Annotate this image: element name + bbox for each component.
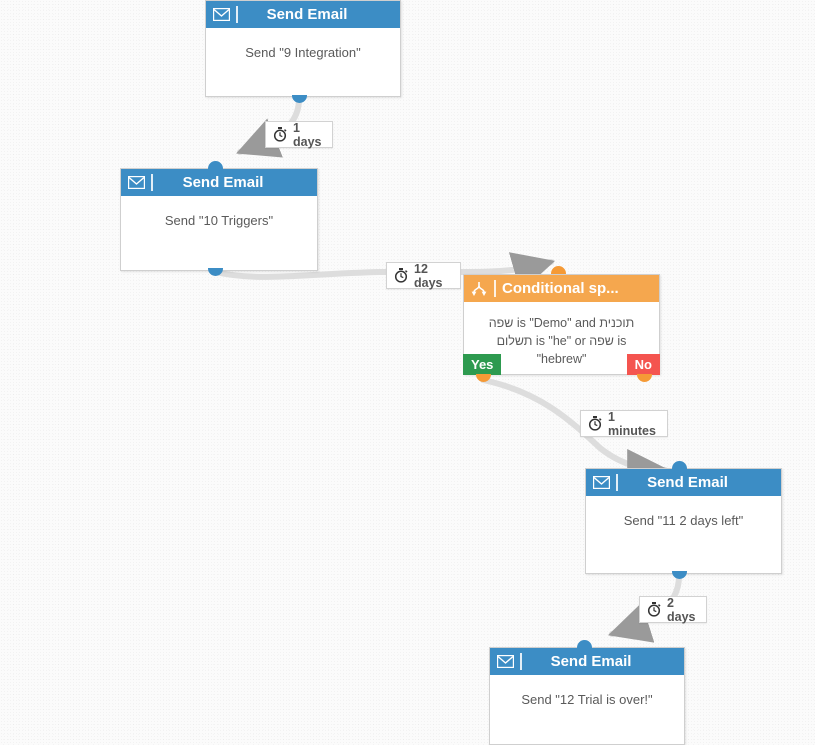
node-title: Conditional sp... [502, 280, 619, 297]
node-header: Send Email [586, 469, 781, 496]
stopwatch-icon [647, 602, 661, 617]
node-title: Send Email [182, 174, 264, 191]
connector-knob-email10-in[interactable] [208, 161, 223, 169]
node-body-text: Send "12 Trial is over!" [521, 692, 653, 707]
node-body-text: Send "9 Integration" [245, 45, 361, 60]
split-icon [464, 281, 494, 297]
stopwatch-icon [394, 268, 408, 283]
node-header: Conditional sp... [464, 275, 659, 302]
delay-label: 1 days [293, 120, 322, 149]
node-send-email-11-2-days-left[interactable]: Send Email Send "11 2 days left" [585, 468, 782, 574]
envelope-icon [490, 655, 520, 668]
node-header: Send Email [490, 648, 684, 675]
delay-badge-2-days[interactable]: 2 days [639, 595, 707, 624]
connector-knob-email11-in[interactable] [672, 461, 687, 469]
node-body-text: Send "11 2 days left" [623, 513, 744, 528]
workflow-canvas[interactable] [0, 0, 815, 745]
branch-no-label[interactable]: No [626, 354, 660, 375]
node-send-email-9-integration[interactable]: Send Email Send "9 Integration" [205, 0, 401, 97]
branch-footer: Yes No [463, 354, 660, 375]
envelope-icon [206, 8, 236, 21]
node-title: Send Email [550, 653, 632, 670]
node-title: Send Email [266, 6, 348, 23]
node-send-email-10-triggers[interactable]: Send Email Send "10 Triggers" [120, 168, 318, 271]
envelope-icon [121, 176, 151, 189]
envelope-icon [586, 476, 616, 489]
node-header: Send Email [121, 169, 317, 196]
delay-label: 12 days [414, 261, 443, 290]
node-header: Send Email [206, 1, 400, 28]
node-title: Send Email [647, 474, 728, 491]
connector-knob-email12-in[interactable] [577, 640, 592, 648]
delay-badge-1-days[interactable]: 1 days [265, 120, 333, 149]
delay-badge-12-days[interactable]: 12 days [386, 261, 461, 290]
node-body-text: Send "10 Triggers" [164, 213, 274, 228]
branch-yes-label[interactable]: Yes [463, 354, 502, 375]
delay-label: 1 minutes [608, 409, 656, 438]
delay-badge-1-minutes[interactable]: 1 minutes [580, 409, 668, 438]
node-conditional-split[interactable]: Conditional sp... שפה is "Demo" and תוכנ… [463, 274, 660, 375]
connector-knob-conditional-in[interactable] [551, 266, 566, 274]
node-send-email-12-trial-is-over[interactable]: Send Email Send "12 Trial is over!" [489, 647, 685, 745]
stopwatch-icon [588, 416, 602, 431]
stopwatch-icon [273, 127, 287, 142]
delay-label: 2 days [667, 595, 696, 624]
